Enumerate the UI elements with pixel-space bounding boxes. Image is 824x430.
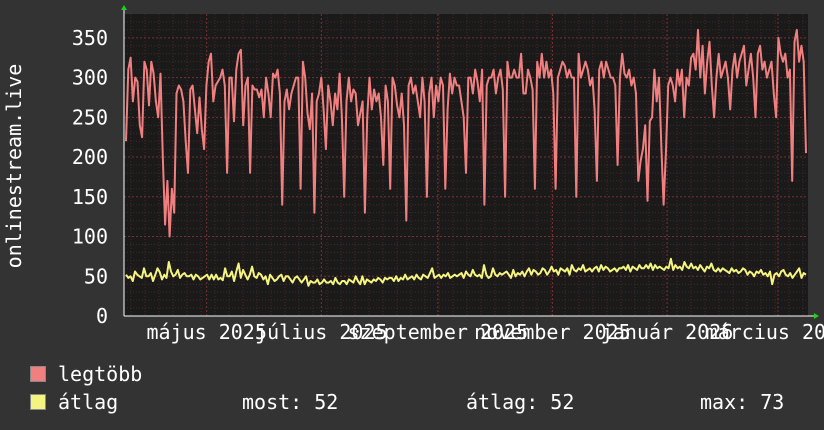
legend-item-max: legtöbb — [30, 362, 142, 386]
y-tick-label: 50 — [84, 264, 108, 288]
y-tick-label: 0 — [96, 304, 108, 328]
legend-swatch-max — [30, 366, 46, 382]
x-axis-arrow — [814, 313, 819, 319]
y-tick-label: 200 — [72, 145, 108, 169]
y-axis-arrow — [121, 5, 127, 10]
legend-item-avg: átlag — [30, 390, 118, 414]
legend-label-avg: átlag — [58, 390, 119, 414]
y-tick-label: 150 — [72, 185, 108, 209]
y-tick-label: 350 — [72, 26, 108, 50]
x-tick-label: május 2025 — [146, 320, 266, 344]
x-tick-label: március 2026 — [706, 320, 824, 344]
y-tick-label: 300 — [72, 66, 108, 90]
stat-max: max: 73 — [700, 390, 785, 414]
stat-average: átlag: 52 — [466, 390, 575, 414]
y-tick-label: 100 — [72, 225, 108, 249]
y-axis-label: onlinestream.live — [2, 63, 26, 269]
stat-now: most: 52 — [242, 390, 339, 414]
y-tick-label: 250 — [72, 105, 108, 129]
legend-label-max: legtöbb — [58, 362, 143, 386]
legend-swatch-avg — [30, 394, 46, 410]
